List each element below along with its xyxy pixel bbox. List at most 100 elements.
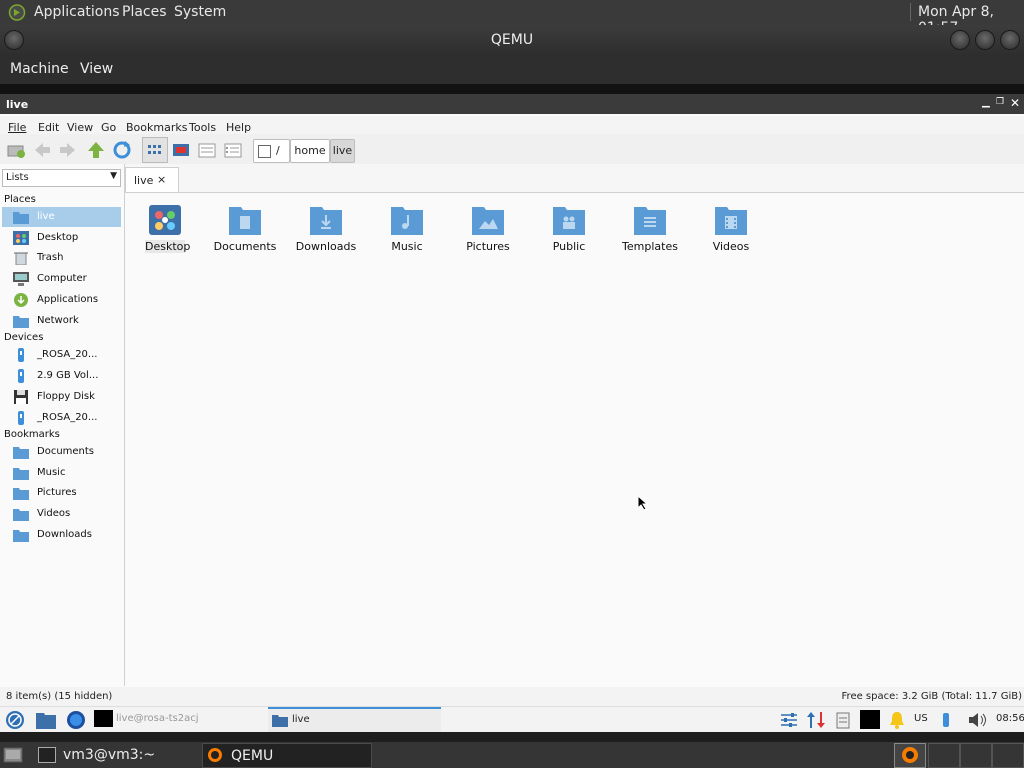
workspace-2[interactable] <box>928 743 960 768</box>
menu-view[interactable]: View <box>80 61 113 77</box>
network-updown-icon[interactable] <box>806 711 826 732</box>
workspace-3[interactable] <box>960 743 992 768</box>
computer-icon <box>13 272 29 286</box>
sidebar-item-bookmark-documents[interactable]: Documents <box>2 442 121 462</box>
menu-help[interactable]: Help <box>226 121 251 134</box>
forward-icon[interactable] <box>58 140 78 160</box>
drive-icon <box>258 145 271 158</box>
file-manager-launcher-icon[interactable] <box>36 711 56 732</box>
chevron-down-icon: ▼ <box>110 171 117 181</box>
home-folder-icon <box>13 210 29 224</box>
host-task-terminal[interactable]: vm3@vm3:~ <box>34 743 199 766</box>
sidebar-item-network[interactable]: Network <box>2 311 121 331</box>
detailed-list-icon[interactable] <box>223 140 243 160</box>
guest-clock[interactable]: 08:56 <box>996 713 1024 724</box>
settings-sliders-icon[interactable] <box>780 712 798 731</box>
up-icon[interactable] <box>86 140 106 160</box>
applications-logo-icon[interactable] <box>8 4 26 21</box>
file-view[interactable]: Desktop Documents Downloads Music Pictur… <box>125 193 1024 686</box>
sidebar-item-computer[interactable]: Computer <box>2 269 121 289</box>
status-bar: 8 item(s) (15 hidden) Free space: 3.2 Gi… <box>0 687 1024 706</box>
qemu-menubar: Machine View <box>0 55 1024 84</box>
file-item-public[interactable]: Public <box>531 201 607 261</box>
main-menu-icon[interactable] <box>5 710 25 733</box>
thumbnail-view-icon[interactable] <box>171 140 191 160</box>
terminal-tray-icon[interactable] <box>860 710 880 729</box>
workspace-4[interactable] <box>992 743 1024 768</box>
templates-folder-icon <box>632 203 668 237</box>
menu-places[interactable]: Places <box>122 4 167 20</box>
file-item-downloads[interactable]: Downloads <box>288 201 364 261</box>
clipboard-icon[interactable] <box>834 711 852 732</box>
folder-icon <box>13 486 29 500</box>
sidebar-item-device-4[interactable]: _ROSA_20... <box>2 408 121 428</box>
desktop-folder-icon <box>147 203 183 237</box>
host-task-qemu[interactable]: QEMU <box>202 743 372 768</box>
workspace-switcher[interactable] <box>894 743 926 768</box>
tab-bar: live × <box>125 164 1024 193</box>
notification-bell-icon[interactable] <box>888 711 906 732</box>
terminal-icon <box>38 747 56 763</box>
tab-close-icon[interactable]: × <box>157 173 166 186</box>
path-root-button[interactable]: / <box>253 139 290 163</box>
section-bookmarks: Bookmarks <box>4 429 60 440</box>
sidebar-item-bookmark-pictures[interactable]: Pictures <box>2 483 121 503</box>
restore-icon[interactable]: ❐ <box>996 97 1004 107</box>
task-terminal[interactable]: live@rosa-ts2acj <box>94 709 264 730</box>
keyboard-layout[interactable]: US <box>914 713 928 724</box>
menu-applications[interactable]: Applications <box>34 4 120 20</box>
sidebar-item-device-1[interactable]: _ROSA_20... <box>2 345 121 365</box>
show-desktop-icon[interactable] <box>3 746 23 768</box>
sidebar-item-bookmark-videos[interactable]: Videos <box>2 504 121 524</box>
task-file-manager[interactable]: live <box>268 707 441 733</box>
path-home-button[interactable]: home <box>290 139 330 163</box>
minimize-button[interactable] <box>950 30 970 50</box>
trash-icon <box>13 251 29 266</box>
icon-view-icon[interactable] <box>142 137 168 163</box>
network-folder-icon <box>13 314 29 328</box>
close-icon[interactable]: ✕ <box>1010 96 1020 110</box>
downloads-folder-icon <box>308 203 344 237</box>
file-item-videos[interactable]: Videos <box>693 201 769 261</box>
file-manager-title-bar[interactable]: live ▁ ❐ ✕ <box>0 94 1024 114</box>
path-live-button[interactable]: live <box>330 139 355 163</box>
sidebar-item-live[interactable]: live <box>2 207 121 227</box>
free-space: Free space: 3.2 GiB (Total: 11.7 GiB) <box>841 691 1022 702</box>
volume-icon[interactable] <box>968 712 988 731</box>
tab-live[interactable]: live × <box>125 167 179 192</box>
sidebar-item-floppy[interactable]: Floppy Disk <box>2 387 121 407</box>
usb-tray-icon[interactable] <box>940 711 952 732</box>
file-item-documents[interactable]: Documents <box>207 201 283 261</box>
maximize-button[interactable] <box>975 30 995 50</box>
file-item-music[interactable]: Music <box>369 201 445 261</box>
browser-launcher-icon[interactable] <box>66 710 86 733</box>
reload-icon[interactable] <box>112 140 132 160</box>
file-item-desktop[interactable]: Desktop <box>127 201 203 261</box>
sidebar-item-applications[interactable]: Applications <box>2 290 121 310</box>
close-button[interactable] <box>1000 30 1020 50</box>
menu-bookmarks[interactable]: Bookmarks <box>126 121 187 134</box>
sidebar-item-desktop[interactable]: Desktop <box>2 228 121 248</box>
side-pane-mode-select[interactable]: Lists ▼ <box>2 169 121 187</box>
minimize-icon[interactable]: ▁ <box>982 97 990 108</box>
usb-drive-icon <box>13 411 29 425</box>
new-tab-icon[interactable] <box>6 140 26 160</box>
menu-system[interactable]: System <box>174 4 226 20</box>
menu-go[interactable]: Go <box>101 121 116 134</box>
menu-view[interactable]: View <box>67 121 93 134</box>
sidebar-item-bookmark-music[interactable]: Music <box>2 463 121 483</box>
sidebar-item-trash[interactable]: Trash <box>2 248 121 268</box>
menu-tools[interactable]: Tools <box>189 121 216 134</box>
compact-view-icon[interactable] <box>197 140 217 160</box>
guest-screen: live ▁ ❐ ✕ File Edit View Go Bookmarks T… <box>0 94 1024 733</box>
qemu-title-bar[interactable]: QEMU <box>0 25 1024 55</box>
sidebar-item-bookmark-downloads[interactable]: Downloads <box>2 525 121 545</box>
videos-folder-icon <box>713 203 749 237</box>
file-item-pictures[interactable]: Pictures <box>450 201 526 261</box>
back-icon[interactable] <box>32 140 52 160</box>
menu-edit[interactable]: Edit <box>38 121 59 134</box>
menu-file[interactable]: File <box>8 121 26 134</box>
menu-machine[interactable]: Machine <box>10 61 69 77</box>
file-item-templates[interactable]: Templates <box>612 201 688 261</box>
sidebar-item-device-2[interactable]: 2.9 GB Vol... <box>2 366 121 386</box>
